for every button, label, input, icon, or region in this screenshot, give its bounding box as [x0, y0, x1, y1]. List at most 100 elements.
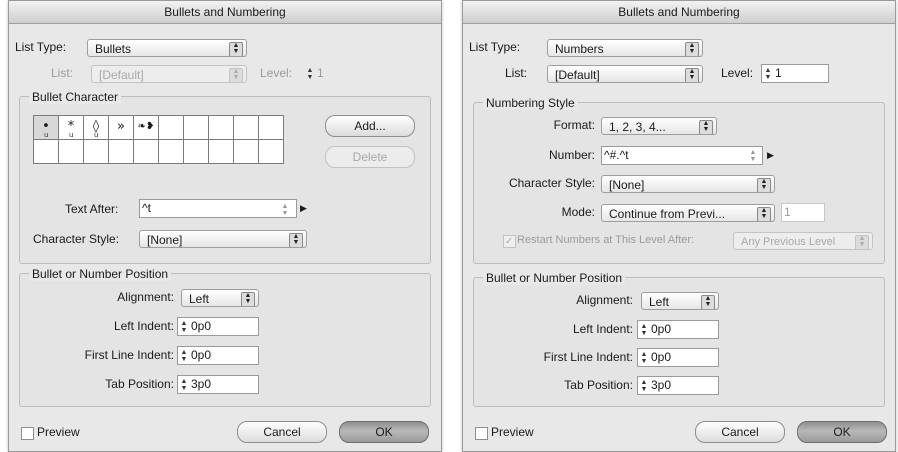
add-button[interactable]: Add... — [325, 115, 415, 137]
tab-position-value: 3p0 — [651, 378, 672, 392]
number-field[interactable]: ^#.^t — [601, 146, 763, 165]
glyph-marker: u — [94, 131, 99, 139]
bullet-glyph-grid[interactable]: • u * u ◊ u » ❧❥ — [33, 115, 284, 164]
character-style-value: [None] — [147, 233, 183, 247]
bullet-glyph-cell[interactable] — [84, 140, 109, 164]
position-legend: Bullet or Number Position — [29, 267, 172, 281]
list-value: [Default] — [99, 68, 144, 82]
bullet-glyph-cell[interactable] — [59, 140, 84, 164]
list-type-select[interactable]: Bullets ▲ ▼ — [87, 39, 247, 57]
bullet-glyph-cell[interactable] — [109, 140, 134, 164]
list-type-value: Bullets — [95, 42, 132, 56]
bullet-glyph-cell[interactable] — [234, 140, 259, 164]
list-select[interactable]: [Default] ▲ ▼ — [91, 65, 247, 83]
cancel-button[interactable]: Cancel — [695, 421, 785, 443]
bullets-dialog: Bullets and Numbering List Type: Bullets… — [8, 0, 442, 452]
tab-position-field[interactable]: ▲ ▼ 3p0 — [177, 375, 259, 394]
triangle-right-icon[interactable]: ▶ — [300, 199, 307, 217]
level-field[interactable]: ▲ ▼ 1 — [303, 64, 371, 83]
dialog-title: Bullets and Numbering — [9, 1, 441, 24]
preview-label: Preview — [37, 425, 80, 439]
bullet-glyph-cell[interactable]: » — [109, 116, 134, 140]
tab-position-label: Tab Position: — [105, 377, 174, 391]
level-field[interactable]: ▲ ▼ 1 — [761, 64, 829, 83]
cancel-button[interactable]: Cancel — [237, 421, 327, 443]
left-indent-label: Left Indent: — [572, 322, 633, 336]
character-style-label: Character Style: — [508, 176, 595, 190]
chevron-updown-icon: ▲ ▼ — [757, 207, 771, 221]
level-value: 1 — [317, 66, 324, 80]
delete-button[interactable]: Delete — [325, 146, 415, 168]
position-legend: Bullet or Number Position — [483, 271, 626, 285]
bullet-glyph-cell[interactable] — [159, 116, 184, 140]
preview-checkbox[interactable] — [475, 427, 488, 440]
bullet-glyph-cell[interactable] — [184, 116, 209, 140]
bullet-glyph-cell[interactable]: * u — [59, 116, 84, 140]
first-line-indent-label: First Line Indent: — [543, 350, 633, 364]
bullet-glyph-cell[interactable] — [34, 140, 59, 164]
tab-position-field[interactable]: ▲ ▼ 3p0 — [637, 376, 719, 395]
bullet-glyph-cell[interactable]: • u — [34, 116, 59, 140]
mode-number-field[interactable]: 1 — [781, 203, 825, 222]
stepper-icon: ▲ ▼ — [640, 322, 648, 337]
restart-value: Any Previous Level — [741, 236, 836, 248]
numbering-dialog: Bullets and Numbering List Type: Numbers… — [462, 0, 896, 452]
bullet-glyph-cell[interactable] — [259, 140, 284, 164]
stepper-icon[interactable]: ▲ ▼ — [749, 149, 757, 163]
number-value: ^#.^t — [604, 148, 629, 162]
bullet-glyph-cell[interactable] — [259, 116, 284, 140]
bullet-glyph-cell[interactable] — [134, 140, 159, 164]
text-after-label: Text After: — [65, 202, 119, 216]
first-line-indent-value: 0p0 — [651, 350, 672, 364]
mode-label: Mode: — [561, 205, 595, 219]
stepper-icon[interactable]: ▲ ▼ — [281, 203, 289, 217]
alignment-label: Alignment: — [117, 290, 174, 304]
stepper-icon: ▲ ▼ — [640, 350, 648, 365]
bullet-glyph-cell[interactable]: ❧❥ — [134, 116, 159, 140]
format-label: Format: — [553, 118, 595, 132]
mode-select[interactable]: Continue from Previ... ▲ ▼ — [601, 204, 775, 222]
alignment-select[interactable]: Left ▲ ▼ — [641, 292, 719, 310]
alignment-select[interactable]: Left ▲ ▼ — [181, 289, 259, 307]
bullet-glyph-cell[interactable] — [184, 140, 209, 164]
text-after-value: ^t — [142, 201, 151, 215]
bullet-glyph-cell[interactable] — [209, 116, 234, 140]
bullet-glyph: » — [117, 119, 125, 134]
format-value: 1, 2, 3, 4... — [609, 120, 666, 134]
chevron-updown-icon: ▲ ▼ — [685, 68, 699, 82]
level-value: 1 — [775, 66, 782, 80]
level-label: Level: — [721, 66, 754, 80]
left-indent-field[interactable]: ▲ ▼ 0p0 — [637, 320, 719, 339]
numbering-style-legend: Numbering Style — [483, 96, 578, 110]
restart-select[interactable]: Any Previous Level ▲ ▼ — [733, 232, 873, 250]
text-after-field[interactable]: ^t — [139, 199, 297, 218]
left-indent-value: 0p0 — [191, 319, 212, 333]
list-label: List: — [51, 66, 74, 80]
dialog-title: Bullets and Numbering — [463, 1, 895, 24]
ok-button[interactable]: OK — [797, 421, 887, 443]
chevron-updown-icon: ▲ ▼ — [699, 120, 713, 134]
character-style-select[interactable]: [None] ▲ ▼ — [601, 175, 775, 193]
character-style-value: [None] — [609, 178, 645, 192]
bullet-glyph-cell[interactable]: ◊ u — [84, 116, 109, 140]
ok-button[interactable]: OK — [339, 421, 429, 443]
stepper-icon: ▲ ▼ — [764, 66, 772, 81]
list-type-select[interactable]: Numbers ▲ ▼ — [547, 39, 703, 57]
bullet-character-legend: Bullet Character — [29, 90, 122, 104]
stepper-icon: ▲ ▼ — [180, 377, 188, 392]
list-value: [Default] — [555, 68, 600, 82]
left-indent-field[interactable]: ▲ ▼ 0p0 — [177, 317, 259, 336]
bullet-glyph-cell[interactable] — [209, 140, 234, 164]
chevron-updown-icon: ▲ ▼ — [229, 68, 243, 82]
triangle-right-icon[interactable]: ▶ — [767, 146, 774, 164]
character-style-select[interactable]: [None] ▲ ▼ — [139, 230, 307, 248]
list-select[interactable]: [Default] ▲ ▼ — [547, 65, 703, 83]
first-line-indent-field[interactable]: ▲ ▼ 0p0 — [177, 346, 259, 365]
bullet-glyph-cell[interactable] — [159, 140, 184, 164]
restart-checkbox[interactable]: ✓ — [503, 235, 516, 248]
format-select[interactable]: 1, 2, 3, 4... ▲ ▼ — [601, 117, 717, 135]
bullet-glyph-cell[interactable] — [234, 116, 259, 140]
preview-checkbox[interactable] — [21, 427, 34, 440]
first-line-indent-field[interactable]: ▲ ▼ 0p0 — [637, 348, 719, 367]
chevron-updown-icon: ▲ ▼ — [241, 292, 255, 306]
